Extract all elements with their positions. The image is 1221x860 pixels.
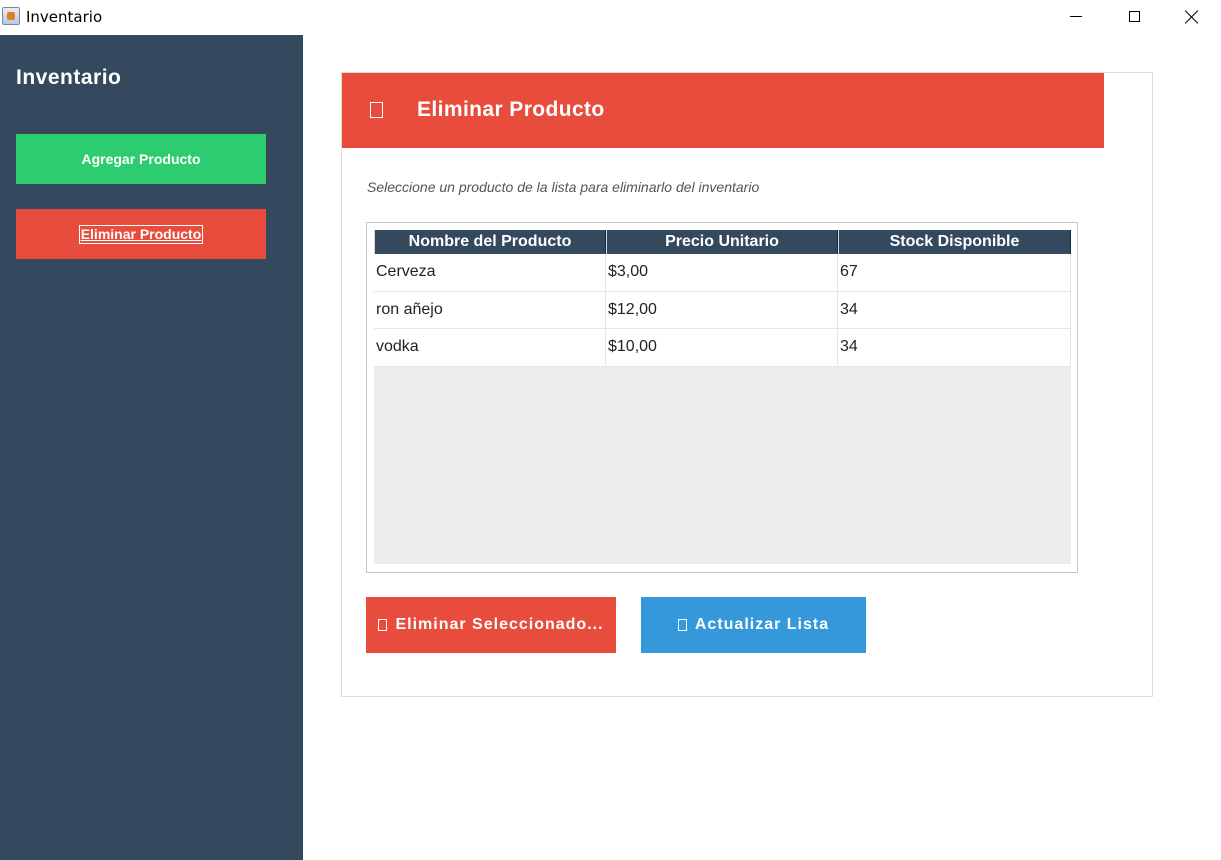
cell-stock: 34 [838, 291, 1071, 328]
delete-selected-label: Eliminar Seleccionado... [395, 616, 604, 633]
add-product-label: Agregar Producto [81, 151, 201, 167]
column-header-price[interactable]: Precio Unitario [606, 230, 838, 254]
cell-price: $12,00 [606, 291, 838, 328]
panel-header: Eliminar Producto [342, 73, 1104, 148]
cell-stock: 67 [838, 254, 1071, 291]
instruction-text: Seleccione un producto de la lista para … [367, 179, 760, 195]
refresh-list-button[interactable]: Actualizar Lista [641, 597, 866, 653]
trash-icon [370, 102, 383, 118]
java-app-icon [2, 7, 20, 25]
delete-product-button[interactable]: Eliminar Producto [16, 209, 266, 259]
delete-product-label: Eliminar Producto [78, 224, 204, 244]
products-table-scrollpane[interactable]: Nombre del Producto Precio Unitario Stoc… [366, 222, 1078, 573]
trash-icon [378, 619, 388, 631]
close-icon [1185, 10, 1199, 24]
refresh-list-label: Actualizar Lista [694, 616, 830, 633]
page-title: Eliminar Producto [417, 98, 605, 121]
cell-name: vodka [374, 329, 606, 366]
add-product-button[interactable]: Agregar Producto [16, 134, 266, 184]
close-button[interactable] [1163, 0, 1221, 33]
column-header-name[interactable]: Nombre del Producto [374, 230, 606, 254]
table-row[interactable]: ron añejo $12,00 34 [374, 291, 1071, 329]
delete-product-panel: Eliminar Producto Seleccione un producto… [341, 72, 1153, 697]
refresh-icon [677, 619, 687, 631]
table-header: Nombre del Producto Precio Unitario Stoc… [374, 230, 1071, 254]
cell-name: Cerveza [374, 254, 606, 291]
cell-price: $10,00 [606, 329, 838, 366]
window-title: Inventario [26, 8, 103, 26]
maximize-button[interactable] [1105, 0, 1163, 33]
minimize-icon [1070, 16, 1082, 17]
maximize-icon [1128, 11, 1140, 22]
sidebar: Inventario Agregar Producto Eliminar Pro… [0, 35, 303, 860]
products-table[interactable]: Nombre del Producto Precio Unitario Stoc… [374, 230, 1071, 564]
minimize-button[interactable] [1047, 0, 1105, 33]
cell-stock: 34 [838, 329, 1071, 366]
table-body: Cerveza $3,00 67 ron añejo $12,00 34 vod… [374, 254, 1071, 367]
table-row[interactable]: Cerveza $3,00 67 [374, 254, 1071, 292]
sidebar-title: Inventario [16, 66, 122, 89]
delete-selected-button[interactable]: Eliminar Seleccionado... [366, 597, 616, 653]
cell-price: $3,00 [606, 254, 838, 291]
column-header-stock[interactable]: Stock Disponible [838, 230, 1071, 254]
table-row[interactable]: vodka $10,00 34 [374, 329, 1071, 367]
cell-name: ron añejo [374, 291, 606, 328]
window-titlebar: Inventario [0, 0, 1221, 35]
